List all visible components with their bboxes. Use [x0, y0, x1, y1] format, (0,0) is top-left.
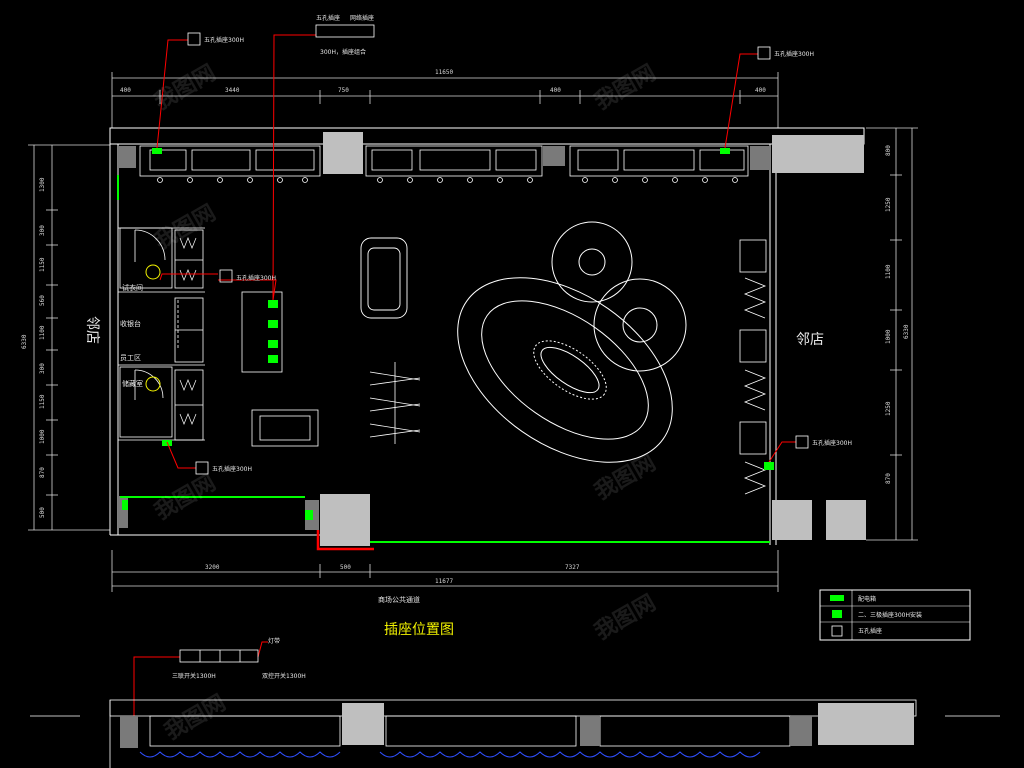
central-display-platform — [457, 221, 687, 463]
hanger-hooks-top — [157, 177, 738, 183]
dimension-right — [866, 127, 918, 541]
legend: 配电箱 二、三极插座300H安装 五孔插座 — [819, 589, 971, 641]
display-table — [251, 409, 319, 447]
legend-item: 配电箱 — [858, 595, 876, 603]
dim-top-seg: 3440 — [225, 87, 240, 94]
dim-left-seg: 500 — [39, 507, 46, 518]
dim-bottom-seg: 7327 — [565, 564, 580, 571]
callout-tag-boxes — [187, 24, 809, 475]
label-staff: 员工区 — [120, 354, 141, 362]
wall-cabinets-top — [139, 145, 749, 177]
dim-top-seg: 750 — [338, 87, 349, 94]
dim-left-seg: 1000 — [39, 429, 46, 444]
dim-right-seg: 1250 — [885, 401, 892, 416]
label-fitting: 试衣间 — [122, 283, 143, 292]
room-labels: 试衣间 储藏室 收银台 员工区 — [120, 283, 143, 388]
dim-bottom-seg: 3200 — [205, 564, 220, 571]
dim-right-seg: 1000 — [885, 329, 892, 344]
dim-right-seg: 870 — [885, 473, 892, 484]
watermark: 我图网 — [591, 451, 661, 506]
callout-switch-a: 五孔插座 — [316, 14, 340, 22]
watermark: 我图网 — [591, 61, 661, 116]
dim-top-seg: 400 — [120, 87, 131, 94]
dim-right-seg: 800 — [885, 145, 892, 156]
stools — [145, 264, 161, 392]
shop-walls — [109, 127, 865, 545]
dim-right-seg: 1100 — [885, 264, 892, 279]
bottom-switch-label-b: 双控开关1300H — [262, 672, 306, 680]
watermark: 我图网 — [161, 691, 231, 746]
label-cashier: 收银台 — [120, 319, 141, 328]
callout-socket: 五孔插座300H — [774, 50, 814, 58]
legend-item: 二、三极插座300H安装 — [858, 611, 922, 619]
power-sockets — [122, 148, 774, 520]
dim-top-total: 11650 — [435, 69, 453, 76]
dim-left-seg: 1150 — [39, 394, 46, 409]
dim-left-seg: 1150 — [39, 257, 46, 272]
drawing-title: 插座位置图 — [384, 622, 454, 638]
dim-bottom-seg: 500 — [340, 564, 351, 571]
dim-left-seg: 870 — [39, 467, 46, 478]
dim-left-seg: 1100 — [39, 325, 46, 340]
right-wall-displays — [739, 239, 767, 495]
callout-labels: 五孔插座300H 五孔插座300H 五孔插座300H 五孔插座300H 五孔插座… — [204, 14, 852, 473]
dim-bottom-total: 11677 — [435, 578, 453, 585]
dim-left-total: 6330 — [21, 334, 28, 349]
watermark: 我图网 — [151, 471, 221, 526]
bottom-switch-label: 三联开关1300H — [172, 672, 216, 680]
dim-left-labels: 6330 1300 300 1150 560 1100 300 1150 100… — [21, 177, 46, 518]
watermarks: 我图网 我图网 我图网 我图网 我图网 我图网 我图网 — [151, 61, 661, 746]
dim-right-labels: 6330 800 1250 1100 1000 1250 870 — [885, 145, 910, 484]
dim-left-seg: 300 — [39, 363, 46, 374]
callout-switch-note: 300H，插座组合 — [320, 48, 366, 56]
bottom-tag-label: 灯带 — [268, 637, 280, 645]
dim-top-seg: 400 — [550, 87, 561, 94]
dim-left-seg: 560 — [39, 295, 46, 306]
floor-plan-drawing: 11650 400 3440 750 400 400 3200 500 7327… — [21, 14, 1000, 768]
callout-socket: 五孔插座300H — [212, 465, 252, 473]
label-storage: 储藏室 — [122, 379, 143, 388]
callout-socket: 五孔插座300H — [812, 439, 852, 447]
dim-left-seg: 300 — [39, 225, 46, 236]
dimension-bottom — [111, 550, 779, 592]
dim-left-seg: 1300 — [39, 177, 46, 192]
callout-switch-b: 网络插座 — [350, 14, 374, 22]
dim-right-total: 6330 — [903, 324, 910, 339]
service-rooms — [118, 227, 205, 441]
dim-top-seg: 400 — [755, 87, 766, 94]
hanging-marks-left — [179, 237, 197, 425]
legend-item: 五孔插座 — [858, 627, 882, 635]
callout-socket: 五孔插座300H — [236, 274, 276, 282]
dim-right-seg: 1250 — [885, 197, 892, 212]
shop-front-label: 商场公共通道 — [378, 595, 420, 604]
watermark: 我图网 — [151, 61, 221, 116]
neighbor-left-label: 邻店 — [84, 316, 100, 344]
watermark: 我图网 — [591, 591, 661, 646]
clothes-rack-center — [369, 362, 421, 444]
sofa — [360, 237, 408, 319]
socket-leaders — [156, 34, 796, 469]
callout-socket: 五孔插座300H — [204, 36, 244, 44]
watermark: 我图网 — [151, 201, 221, 256]
neighbor-right-label: 邻店 — [796, 332, 824, 348]
lower-plan-partial: 三联开关1300H 双控开关1300H 灯带 — [30, 637, 1000, 768]
